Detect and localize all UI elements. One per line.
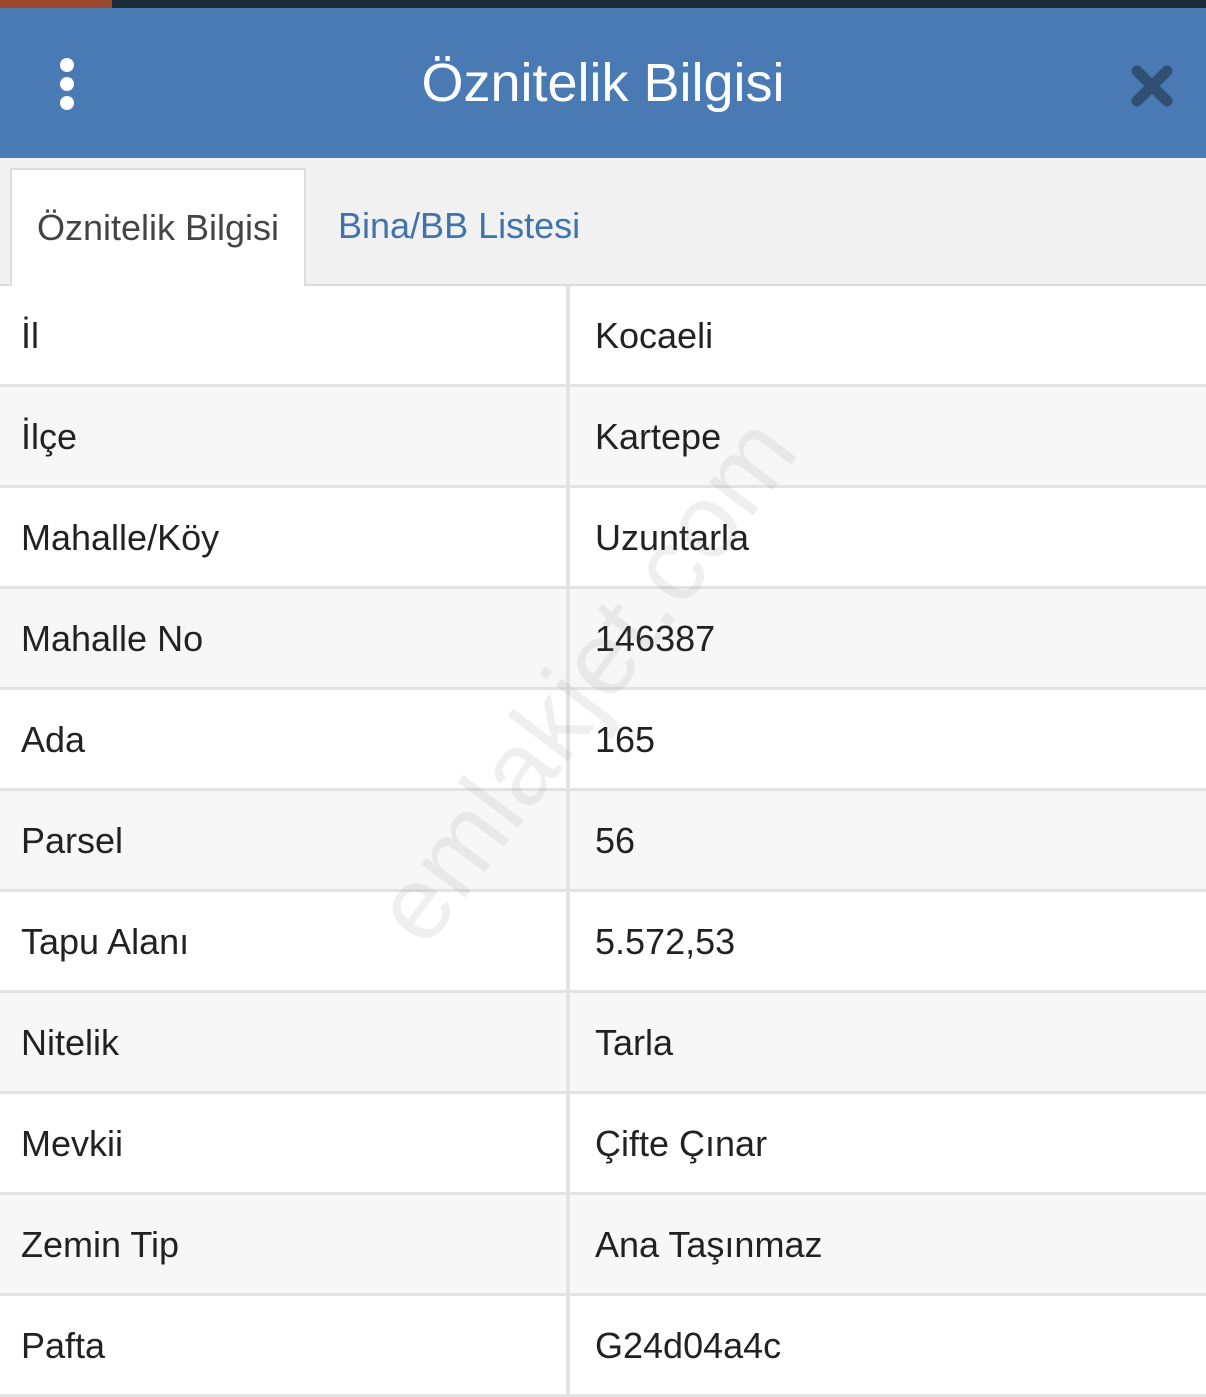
tab-bar: Öznitelik Bilgisi Bina/BB Listesi: [0, 158, 1206, 286]
close-icon: [1131, 65, 1173, 107]
tab-bina-bb-listesi[interactable]: Bina/BB Listesi: [338, 168, 638, 286]
table-row: Nitelik Tarla: [0, 993, 1206, 1094]
attribute-key: Mahalle No: [21, 618, 204, 659]
table-row: Parsel 56: [0, 791, 1206, 892]
attribute-key: Ada: [21, 719, 86, 760]
close-button[interactable]: [1130, 64, 1174, 108]
attribute-key: Mahalle/Köy: [21, 517, 220, 558]
attribute-value: Kocaeli: [595, 315, 714, 356]
column-divider: [566, 1094, 570, 1192]
attribute-value: Kartepe: [595, 416, 722, 457]
table-row: Zemin Tip Ana Taşınmaz: [0, 1195, 1206, 1296]
status-bar: [0, 0, 1206, 8]
table-row: İlçe Kartepe: [0, 387, 1206, 488]
attribute-value: Ana Taşınmaz: [595, 1224, 823, 1265]
column-divider: [566, 488, 570, 586]
attribute-value: Tarla: [595, 1022, 674, 1063]
table-row: Mevkii Çifte Çınar: [0, 1094, 1206, 1195]
header-bar: Öznitelik Bilgisi: [0, 8, 1206, 158]
table-row: Pafta G24d04a4c: [0, 1296, 1206, 1397]
status-bar-accent: [0, 0, 112, 8]
column-divider: [566, 791, 570, 889]
attribute-key: Nitelik: [21, 1022, 120, 1063]
attribute-table: İl Kocaeli İlçe Kartepe Mahalle/Köy Uzun…: [0, 286, 1206, 1397]
column-divider: [566, 589, 570, 687]
page-title: Öznitelik Bilgisi: [421, 53, 785, 113]
column-divider: [566, 1195, 570, 1293]
tab-oznitelik-bilgisi[interactable]: Öznitelik Bilgisi: [10, 168, 306, 286]
attribute-key: Mevkii: [21, 1123, 124, 1164]
attribute-key: İlçe: [21, 416, 78, 457]
attribute-value: 56: [595, 820, 636, 861]
column-divider: [566, 286, 570, 384]
table-row: İl Kocaeli: [0, 286, 1206, 387]
table-row: Tapu Alanı 5.572,53: [0, 892, 1206, 993]
attribute-value: G24d04a4c: [595, 1325, 782, 1366]
column-divider: [566, 993, 570, 1091]
column-divider: [566, 1296, 570, 1394]
attribute-value: Uzuntarla: [595, 517, 750, 558]
column-divider: [566, 892, 570, 990]
attribute-key: Zemin Tip: [21, 1224, 180, 1265]
table-row: Ada 165: [0, 690, 1206, 791]
attribute-key: Tapu Alanı: [21, 921, 190, 962]
attribute-key: Pafta: [21, 1325, 106, 1366]
column-divider: [566, 387, 570, 485]
attribute-value: 146387: [595, 618, 716, 659]
attribute-value: 5.572,53: [595, 921, 736, 962]
attribute-value: 165: [595, 719, 656, 760]
attribute-value: Çifte Çınar: [595, 1123, 768, 1164]
table-row: Mahalle No 146387: [0, 589, 1206, 690]
column-divider: [566, 690, 570, 788]
attribute-key: İl: [21, 315, 39, 356]
attribute-key: Parsel: [21, 820, 124, 861]
table-row: Mahalle/Köy Uzuntarla: [0, 488, 1206, 589]
